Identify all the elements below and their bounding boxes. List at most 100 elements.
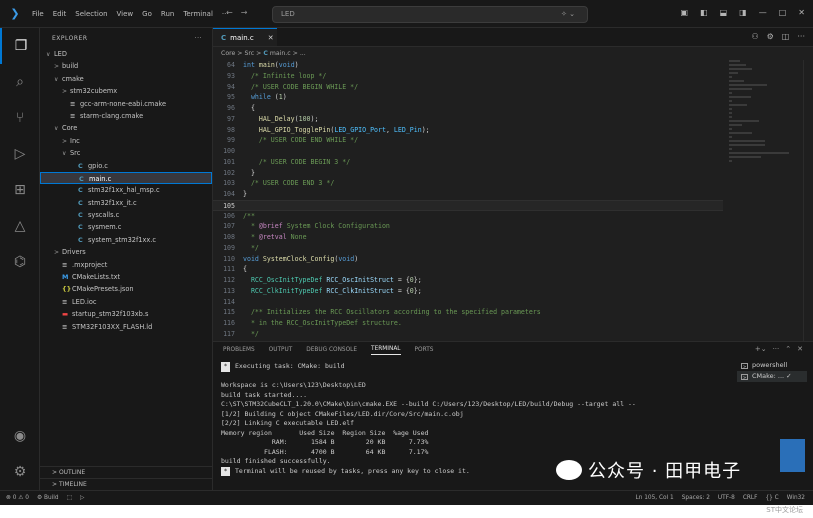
code-line[interactable]: 93 /* Infinite loop */ [213,71,723,82]
maximize-icon[interactable]: □ [779,8,787,17]
tree-item[interactable]: {}CMakePresets.json [40,283,212,295]
code-line[interactable]: 102 } [213,168,723,179]
code-line[interactable]: 117 */ [213,329,723,340]
code-line[interactable]: 112 RCC_OscInitTypeDef RCC_OscInitStruct… [213,275,723,286]
code-line[interactable]: 99 /* USER CODE END WHILE */ [213,135,723,146]
tree-item[interactable]: ≡ .mxproject [40,259,212,271]
code-line[interactable]: 115 /** Initializes the RCC Oscillators … [213,307,723,318]
tab-problems[interactable]: PROBLEMS [223,347,255,353]
code-line[interactable]: 108 * @retval None [213,232,723,243]
tree-item[interactable]: Csystem_stm32f1xx.c [40,234,212,246]
code-line[interactable]: 106 /** [213,211,723,222]
code-line[interactable]: 100 [213,146,723,157]
tree-item[interactable]: > stm32cubemx [40,85,212,97]
breadcrumb-file[interactable]: main.c [270,50,291,57]
tree-item[interactable]: Cmain.c [40,171,212,185]
breadcrumb-more[interactable]: ... [300,50,306,57]
code-line[interactable]: 114 [213,297,723,308]
toggle-secondary-sidebar-icon[interactable]: ◨ [739,8,747,17]
code-line[interactable]: 109 */ [213,243,723,254]
menu-file[interactable]: File [32,10,44,18]
indentation[interactable]: Spaces: 2 [682,495,710,501]
tab-output[interactable]: OUTPUT [269,347,293,353]
tab-ports[interactable]: PORTS [415,347,434,353]
code-line[interactable]: 110 void SystemClock_Config(void) [213,254,723,265]
tab-terminal[interactable]: TERMINAL [371,346,401,355]
cursor-position[interactable]: Ln 105, Col 1 [636,495,674,501]
tree-item[interactable]: Cgpio.c [40,160,212,172]
source-control-icon[interactable]: ⑂ [0,100,40,136]
tab-debug-console[interactable]: DEBUG CONSOLE [306,347,357,353]
code-line[interactable]: 107 * @brief System Clock Configuration [213,221,723,232]
run-debug-icon[interactable]: ▷ [0,136,40,172]
code-line[interactable]: 116 * in the RCC_OscInitTypeDef structur… [213,318,723,329]
tree-item[interactable]: > build [40,60,212,72]
platform-config[interactable]: Win32 [787,495,805,501]
encoding[interactable]: UTF-8 [718,495,735,501]
close-tab-icon[interactable]: ✕ [268,34,274,42]
tree-item[interactable]: ∨ cmake [40,73,212,85]
toggle-sidebar-icon[interactable]: ◧ [700,8,708,17]
code-line[interactable]: 97 HAL_Delay(100); [213,114,723,125]
menu-go[interactable]: Go [142,10,152,18]
code-editor[interactable]: 64 int main(void) 93 /* Infinite loop */94… [213,60,723,341]
tree-item[interactable]: ≡ gcc-arm-none-eabi.cmake [40,98,212,110]
code-line[interactable]: 104} [213,189,723,200]
code-line[interactable]: 101 /* USER CODE BEGIN 3 */ [213,157,723,168]
code-line[interactable]: 64 int main(void) [213,60,723,71]
extensions-icon[interactable]: ⊞ [0,172,40,208]
new-terminal-icon[interactable]: +⌄ [755,345,767,353]
forward-arrow-icon[interactable]: → [241,8,248,17]
menu-run[interactable]: Run [161,10,174,18]
copilot-icon[interactable]: ✧ ⌄ [561,7,575,22]
account-icon[interactable]: ◉ [0,418,40,454]
stm32-icon[interactable]: ⌬ [0,244,40,280]
cmake-icon[interactable]: △ [0,208,40,244]
breadcrumb-src[interactable]: Src [244,50,254,57]
tree-item[interactable]: Cstm32f1xx_it.c [40,197,212,209]
settings-icon[interactable]: ⚙ [767,32,774,41]
tree-item[interactable]: ≡ STM32F103XX_FLASH.ld [40,321,212,333]
panel-more-icon[interactable]: ··· [773,345,780,353]
menu-selection[interactable]: Selection [75,10,107,18]
tree-item[interactable]: Csysmem.c [40,221,212,233]
tree-item[interactable]: > Inc [40,135,212,147]
minimap[interactable] [729,60,799,260]
problems-status[interactable]: ⊗ 0 ⚠ 0 [6,495,29,501]
terminal-item-cmake[interactable]: > CMake: ... ✓ [737,371,807,382]
maximize-panel-icon[interactable]: ⌃ [785,345,791,353]
tree-item[interactable]: ▬ startup_stm32f103xb.s [40,308,212,320]
tree-item[interactable]: Cstm32f1xx_hal_msp.c [40,184,212,196]
code-line[interactable]: 111 { [213,264,723,275]
back-arrow-icon[interactable]: ← [226,8,233,17]
minimize-icon[interactable]: — [759,8,767,17]
line-ending[interactable]: CRLF [743,495,758,501]
search-icon[interactable]: ⌕ [0,64,40,100]
outline-section[interactable]: > OUTLINE [40,466,213,478]
close-panel-icon[interactable]: ✕ [797,345,803,353]
toggle-panel-icon[interactable]: ⬓ [720,8,728,17]
menu-edit[interactable]: Edit [53,10,67,18]
layout-icon[interactable]: ▣ [680,8,688,17]
code-line[interactable]: 105 [213,199,723,211]
code-line[interactable]: 95 while (1) [213,92,723,103]
menu-terminal[interactable]: Terminal [183,10,213,18]
code-line[interactable]: 96 { [213,103,723,114]
split-editor-icon[interactable]: ◫ [782,32,790,41]
tree-item[interactable]: ∨ LED [40,48,212,60]
code-line[interactable]: 98 HAL_GPIO_TogglePin(LED_GPIO_Port, LED… [213,125,723,136]
tree-item[interactable]: ∨ Core [40,122,212,134]
debug-status-icon[interactable]: ⬚ [67,495,72,501]
breadcrumb-core[interactable]: Core [221,50,235,57]
tab-main-c[interactable]: C main.c ✕ [213,28,277,46]
tree-item[interactable]: ≡ LED.ioc [40,296,212,308]
copilot-edit-icon[interactable]: ⚇ [751,32,758,41]
tree-item[interactable]: Csyscalls.c [40,209,212,221]
close-icon[interactable]: ✕ [798,8,805,17]
code-line[interactable]: 103 /* USER CODE END 3 */ [213,178,723,189]
code-line[interactable]: 113 RCC_ClkInitTypeDef RCC_ClkInitStruct… [213,286,723,297]
explorer-files-icon[interactable]: ❐ [0,28,40,64]
editor-more-icon[interactable]: ··· [797,32,805,41]
command-center-search[interactable]: LED ✧ ⌄ [272,6,588,23]
run-status-icon[interactable]: ▷ [80,495,84,501]
